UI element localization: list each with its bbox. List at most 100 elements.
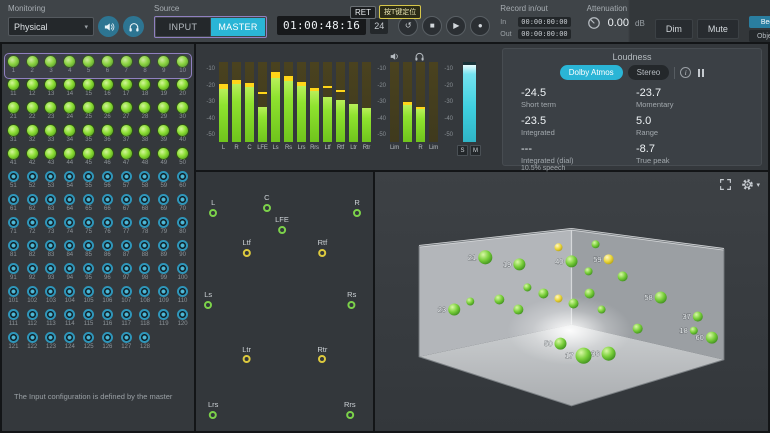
input-3[interactable]: 3 [42,56,61,79]
input-21[interactable]: 21 [4,102,23,125]
input-42[interactable]: 42 [23,148,42,171]
input-90[interactable]: 90 [173,240,192,263]
input-41[interactable]: 41 [4,148,23,171]
input-35[interactable]: 35 [79,125,98,148]
input-11[interactable]: 11 [4,79,23,102]
input-93[interactable]: 93 [42,263,61,286]
input-7[interactable]: 7 [117,56,136,79]
input-108[interactable]: 108 [136,286,155,309]
input-115[interactable]: 115 [79,309,98,332]
input-123[interactable]: 123 [42,332,61,355]
input-19[interactable]: 19 [154,79,173,102]
speaker-output-button[interactable] [98,16,119,37]
input-114[interactable]: 114 [60,309,79,332]
input-117[interactable]: 117 [117,309,136,332]
input-88[interactable]: 88 [136,240,155,263]
input-12[interactable]: 12 [23,79,42,102]
play-button[interactable]: ▶ [446,16,466,36]
input-53[interactable]: 53 [42,171,61,194]
input-106[interactable]: 106 [98,286,117,309]
input-105[interactable]: 105 [79,286,98,309]
input-82[interactable]: 82 [23,240,42,263]
input-14[interactable]: 14 [60,79,79,102]
input-18[interactable]: 18 [136,79,155,102]
input-57[interactable]: 57 [117,171,136,194]
input-63[interactable]: 63 [42,194,61,217]
input-62[interactable]: 62 [23,194,42,217]
input-76[interactable]: 76 [98,217,117,240]
input-45[interactable]: 45 [79,148,98,171]
input-122[interactable]: 122 [23,332,42,355]
objects-button[interactable]: Objects [749,30,770,42]
input-23[interactable]: 23 [42,102,61,125]
input-73[interactable]: 73 [42,217,61,240]
input-9[interactable]: 9 [154,56,173,79]
input-2[interactable]: 2 [23,56,42,79]
dim-button[interactable]: Dim [655,19,693,39]
input-119[interactable]: 119 [154,309,173,332]
input-104[interactable]: 104 [60,286,79,309]
mute-button[interactable]: Mute [697,19,739,39]
input-28[interactable]: 28 [136,102,155,125]
input-120[interactable]: 120 [173,309,192,332]
input-71[interactable]: 71 [4,217,23,240]
input-60[interactable]: 60 [173,171,192,194]
input-112[interactable]: 112 [23,309,42,332]
input-52[interactable]: 52 [23,171,42,194]
input-30[interactable]: 30 [173,102,192,125]
input-70[interactable]: 70 [173,194,192,217]
out-timecode-field[interactable]: 00:00:00:00 [518,29,570,39]
input-116[interactable]: 116 [98,309,117,332]
headphone-output-button[interactable] [123,16,144,37]
input-127[interactable]: 127 [117,332,136,355]
view-settings-button[interactable]: ▾ [741,178,760,191]
input-97[interactable]: 97 [117,263,136,286]
attenuation-knob-icon[interactable] [587,16,601,30]
input-48[interactable]: 48 [136,148,155,171]
input-54[interactable]: 54 [60,171,79,194]
input-125[interactable]: 125 [79,332,98,355]
input-24[interactable]: 24 [60,102,79,125]
input-40[interactable]: 40 [173,125,192,148]
record-button[interactable]: ● [470,16,490,36]
input-74[interactable]: 74 [60,217,79,240]
input-109[interactable]: 109 [154,286,173,309]
loudness-mode-dolby-atmos[interactable]: Dolby Atmos [560,65,623,80]
input-92[interactable]: 92 [23,263,42,286]
input-91[interactable]: 91 [4,263,23,286]
beds-button[interactable]: Beds [749,16,770,28]
input-107[interactable]: 107 [117,286,136,309]
input-126[interactable]: 126 [98,332,117,355]
input-16[interactable]: 16 [98,79,117,102]
input-29[interactable]: 29 [154,102,173,125]
in-timecode-field[interactable]: 00:00:00:00 [518,17,570,27]
input-20[interactable]: 20 [173,79,192,102]
input-67[interactable]: 67 [117,194,136,217]
mute-meter-button[interactable]: M [470,145,481,156]
input-101[interactable]: 101 [4,286,23,309]
input-83[interactable]: 83 [42,240,61,263]
input-69[interactable]: 69 [154,194,173,217]
input-66[interactable]: 66 [98,194,117,217]
input-1[interactable]: 1 [4,56,23,79]
solo-button[interactable]: S [457,145,468,156]
loop-button[interactable]: ↺ [398,16,418,36]
input-6[interactable]: 6 [98,56,117,79]
input-51[interactable]: 51 [4,171,23,194]
input-26[interactable]: 26 [98,102,117,125]
input-5[interactable]: 5 [79,56,98,79]
input-72[interactable]: 72 [23,217,42,240]
input-103[interactable]: 103 [42,286,61,309]
input-8[interactable]: 8 [136,56,155,79]
input-128[interactable]: 128 [136,332,155,355]
input-56[interactable]: 56 [98,171,117,194]
input-94[interactable]: 94 [60,263,79,286]
input-86[interactable]: 86 [98,240,117,263]
loudness-mode-stereo[interactable]: Stereo [628,65,670,80]
input-121[interactable]: 121 [4,332,23,355]
input-84[interactable]: 84 [60,240,79,263]
input-37[interactable]: 37 [117,125,136,148]
input-77[interactable]: 77 [117,217,136,240]
input-44[interactable]: 44 [60,148,79,171]
input-78[interactable]: 78 [136,217,155,240]
